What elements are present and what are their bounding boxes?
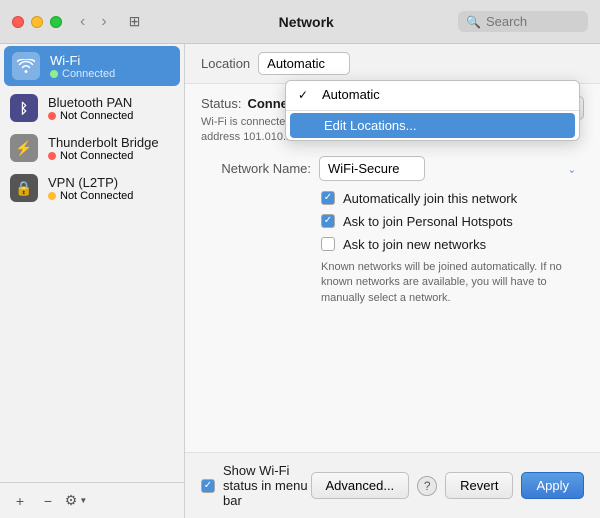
back-button[interactable]: ‹: [74, 11, 91, 33]
vpn-status-dot: [48, 192, 56, 200]
thunderbolt-item-name: Thunderbolt Bridge: [48, 135, 159, 150]
dropdown-edit-locations-label: Edit Locations...: [324, 118, 417, 133]
auto-join-checkbox[interactable]: ✓: [321, 191, 335, 205]
search-icon: 🔍: [466, 15, 481, 29]
titlebar: ‹ › ⊞ Network 🔍: [0, 0, 600, 44]
bottom-left: ✓ Show Wi-Fi status in menu bar: [201, 463, 311, 508]
close-button[interactable]: [12, 16, 24, 28]
remove-network-button[interactable]: −: [36, 489, 60, 513]
main-area: Wi-Fi Connected ᛒ Bluetooth PAN Not Con: [0, 44, 600, 518]
wifi-item-text: Wi-Fi Connected: [50, 53, 115, 80]
nav-buttons: ‹ ›: [74, 11, 113, 33]
network-name-row: Network Name: WiFi-Secure: [201, 156, 584, 181]
personal-hotspot-label: Ask to join Personal Hotspots: [343, 214, 513, 229]
wifi-item-status: Connected: [50, 68, 115, 80]
bluetooth-item-text: Bluetooth PAN Not Connected: [48, 95, 133, 122]
sidebar-item-wifi[interactable]: Wi-Fi Connected: [4, 46, 180, 86]
new-networks-checkbox[interactable]: [321, 237, 335, 251]
new-networks-label: Ask to join new networks: [343, 237, 486, 252]
dropdown-item-edit-locations[interactable]: Edit Locations...: [290, 113, 575, 138]
revert-button[interactable]: Revert: [445, 472, 513, 499]
show-wifi-checkbox[interactable]: ✓: [201, 479, 215, 493]
thunderbolt-status-dot: [48, 152, 56, 160]
gear-icon: ⚙: [65, 492, 78, 509]
wifi-item-name: Wi-Fi: [50, 53, 115, 68]
traffic-lights: [12, 16, 62, 28]
forward-button[interactable]: ›: [95, 11, 112, 33]
wifi-icon: [12, 52, 40, 80]
dropdown-automatic-label: Automatic: [322, 87, 380, 102]
grid-button[interactable]: ⊞: [123, 11, 147, 32]
new-networks-row: Ask to join new networks: [321, 237, 584, 252]
location-bar: Location Automatic ✓ Automatic Edit Loca…: [185, 44, 600, 84]
bluetooth-status-text: Not Connected: [60, 110, 133, 122]
auto-join-row: ✓ Automatically join this network: [321, 191, 584, 206]
search-box[interactable]: 🔍: [458, 11, 588, 32]
sidebar-item-vpn[interactable]: 🔒 VPN (L2TP) Not Connected: [0, 168, 184, 208]
show-wifi-checkmark: ✓: [204, 481, 212, 491]
content-bottom: ✓ Show Wi-Fi status in menu bar Advanced…: [185, 452, 600, 518]
vpn-item-text: VPN (L2TP) Not Connected: [48, 175, 133, 202]
apply-button[interactable]: Apply: [521, 472, 584, 499]
window-title: Network: [154, 14, 458, 30]
minimize-button[interactable]: [31, 16, 43, 28]
thunderbolt-icon: ⚡: [10, 134, 38, 162]
network-name-wrapper: WiFi-Secure: [319, 156, 584, 181]
checkmark-icon: ✓: [298, 88, 314, 102]
vpn-item-status: Not Connected: [48, 190, 133, 202]
bluetooth-item-status: Not Connected: [48, 110, 133, 122]
network-name-select[interactable]: WiFi-Secure: [319, 156, 425, 181]
status-label: Status:: [201, 96, 241, 111]
vpn-icon: 🔒: [10, 174, 38, 202]
wifi-status-text: Connected: [62, 68, 115, 80]
maximize-button[interactable]: [50, 16, 62, 28]
sidebar: Wi-Fi Connected ᛒ Bluetooth PAN Not Con: [0, 44, 185, 518]
vpn-item-name: VPN (L2TP): [48, 175, 133, 190]
location-dropdown[interactable]: Automatic: [258, 52, 350, 75]
show-wifi-label: Show Wi-Fi status in menu bar: [223, 463, 311, 508]
sidebar-item-bluetooth[interactable]: ᛒ Bluetooth PAN Not Connected: [0, 88, 184, 128]
chevron-down-icon: ▼: [79, 496, 87, 505]
auto-join-label: Automatically join this network: [343, 191, 517, 206]
personal-hotspot-row: ✓ Ask to join Personal Hotspots: [321, 214, 584, 229]
thunderbolt-item-text: Thunderbolt Bridge Not Connected: [48, 135, 159, 162]
bluetooth-status-dot: [48, 112, 56, 120]
auto-join-checkmark: ✓: [324, 193, 332, 203]
location-dropdown-overlay: ✓ Automatic Edit Locations...: [285, 80, 580, 141]
bluetooth-icon: ᛒ: [10, 94, 38, 122]
help-button[interactable]: ?: [417, 476, 437, 496]
sidebar-item-thunderbolt[interactable]: ⚡ Thunderbolt Bridge Not Connected: [0, 128, 184, 168]
add-network-button[interactable]: +: [8, 489, 32, 513]
dropdown-item-automatic[interactable]: ✓ Automatic: [286, 81, 579, 108]
advanced-button[interactable]: Advanced...: [311, 472, 410, 499]
sidebar-toolbar: + − ⚙ ▼: [0, 482, 184, 518]
personal-hotspot-checkmark: ✓: [324, 216, 332, 226]
vpn-status-text: Not Connected: [60, 190, 133, 202]
gear-button[interactable]: ⚙ ▼: [64, 489, 88, 513]
search-input[interactable]: [486, 14, 576, 29]
wifi-status-dot: [50, 70, 58, 78]
network-name-label: Network Name:: [201, 161, 311, 176]
thunderbolt-item-status: Not Connected: [48, 150, 159, 162]
networks-sublabel: Known networks will be joined automatica…: [321, 260, 584, 306]
bottom-right: Advanced... ? Revert Apply: [311, 472, 584, 499]
sidebar-items: Wi-Fi Connected ᛒ Bluetooth PAN Not Con: [0, 44, 184, 482]
bluetooth-item-name: Bluetooth PAN: [48, 95, 133, 110]
content-panel: Location Automatic ✓ Automatic Edit Loca…: [185, 44, 600, 518]
location-label: Location: [201, 56, 250, 71]
personal-hotspot-checkbox[interactable]: ✓: [321, 214, 335, 228]
thunderbolt-status-text: Not Connected: [60, 150, 133, 162]
